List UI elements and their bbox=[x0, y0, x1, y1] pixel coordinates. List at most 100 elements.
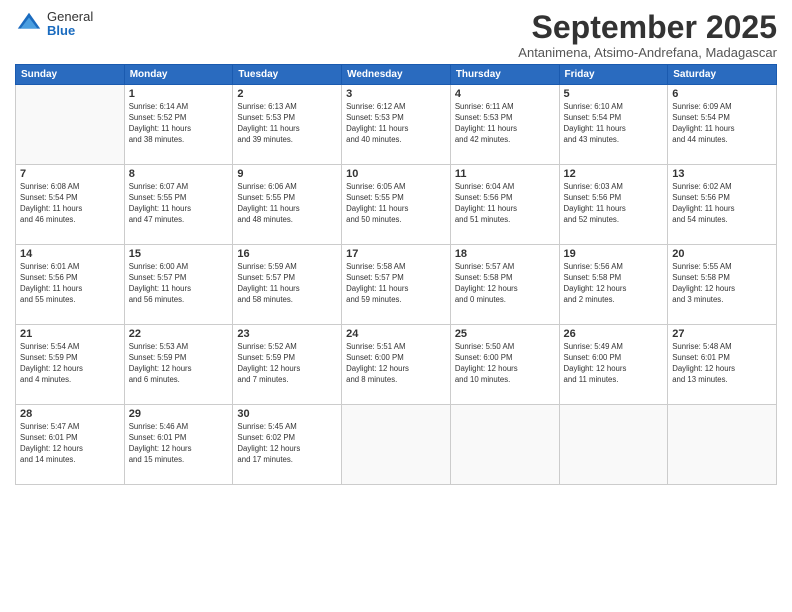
day-info: Sunrise: 5:51 AM Sunset: 6:00 PM Dayligh… bbox=[346, 342, 446, 386]
day-number: 13 bbox=[672, 168, 772, 180]
calendar-week-4: 21 Sunrise: 5:54 AM Sunset: 5:59 PM Dayli… bbox=[16, 325, 777, 405]
calendar-cell: 25 Sunrise: 5:50 AM Sunset: 6:00 PM Dayli… bbox=[450, 325, 559, 405]
day-number: 23 bbox=[237, 328, 337, 340]
calendar-cell: 23 Sunrise: 5:52 AM Sunset: 5:59 PM Dayli… bbox=[233, 325, 342, 405]
day-number: 7 bbox=[20, 168, 120, 180]
day-info: Sunrise: 5:52 AM Sunset: 5:59 PM Dayligh… bbox=[237, 342, 337, 386]
calendar-cell: 19 Sunrise: 5:56 AM Sunset: 5:58 PM Dayli… bbox=[559, 245, 668, 325]
calendar-cell: 3 Sunrise: 6:12 AM Sunset: 5:53 PM Daylig… bbox=[342, 85, 451, 165]
calendar-cell bbox=[16, 85, 125, 165]
day-number: 17 bbox=[346, 248, 446, 260]
day-info: Sunrise: 5:53 AM Sunset: 5:59 PM Dayligh… bbox=[129, 342, 229, 386]
calendar-cell bbox=[342, 405, 451, 485]
calendar-cell: 17 Sunrise: 5:58 AM Sunset: 5:57 PM Dayli… bbox=[342, 245, 451, 325]
calendar-cell: 27Sunrise: 5:48 AM Sunset: 6:01 PM Dayli… bbox=[668, 325, 777, 405]
day-info: Sunrise: 6:14 AM Sunset: 5:52 PM Dayligh… bbox=[129, 102, 229, 146]
day-number: 26 bbox=[564, 328, 664, 340]
calendar-cell: 1 Sunrise: 6:14 AM Sunset: 5:52 PM Daylig… bbox=[124, 85, 233, 165]
header-sunday: Sunday bbox=[16, 65, 125, 85]
day-number: 16 bbox=[237, 248, 337, 260]
calendar-cell: 20 Sunrise: 5:55 AM Sunset: 5:58 PM Dayli… bbox=[668, 245, 777, 325]
calendar-week-3: 14 Sunrise: 6:01 AM Sunset: 5:56 PM Dayli… bbox=[16, 245, 777, 325]
day-info: Sunrise: 5:59 AM Sunset: 5:57 PM Dayligh… bbox=[237, 262, 337, 306]
day-info: Sunrise: 6:07 AM Sunset: 5:55 PM Dayligh… bbox=[129, 182, 229, 226]
title-block: September 2025 Antanimena, Atsimo-Andref… bbox=[518, 10, 777, 60]
calendar-cell: 9 Sunrise: 6:06 AM Sunset: 5:55 PM Daylig… bbox=[233, 165, 342, 245]
calendar-cell: 5Sunrise: 6:10 AM Sunset: 5:54 PM Daylig… bbox=[559, 85, 668, 165]
day-number: 8 bbox=[129, 168, 229, 180]
day-info: Sunrise: 6:12 AM Sunset: 5:53 PM Dayligh… bbox=[346, 102, 446, 146]
day-number: 4 bbox=[455, 88, 555, 100]
day-info: Sunrise: 5:45 AM Sunset: 6:02 PM Dayligh… bbox=[237, 422, 337, 466]
calendar-cell: 29 Sunrise: 5:46 AM Sunset: 6:01 PM Dayli… bbox=[124, 405, 233, 485]
calendar-cell: 28 Sunrise: 5:47 AM Sunset: 6:01 PM Dayli… bbox=[16, 405, 125, 485]
day-info: Sunrise: 5:55 AM Sunset: 5:58 PM Dayligh… bbox=[672, 262, 772, 306]
day-number: 2 bbox=[237, 88, 337, 100]
calendar-cell bbox=[668, 405, 777, 485]
calendar-cell: 2 Sunrise: 6:13 AM Sunset: 5:53 PM Daylig… bbox=[233, 85, 342, 165]
day-number: 22 bbox=[129, 328, 229, 340]
day-number: 1 bbox=[129, 88, 229, 100]
day-info: Sunrise: 6:01 AM Sunset: 5:56 PM Dayligh… bbox=[20, 262, 120, 306]
day-info: Sunrise: 6:00 AM Sunset: 5:57 PM Dayligh… bbox=[129, 262, 229, 306]
day-info: Sunrise: 5:54 AM Sunset: 5:59 PM Dayligh… bbox=[20, 342, 120, 386]
day-number: 20 bbox=[672, 248, 772, 260]
day-info: Sunrise: 5:49 AM Sunset: 6:00 PM Dayligh… bbox=[564, 342, 664, 386]
calendar-week-1: 1 Sunrise: 6:14 AM Sunset: 5:52 PM Daylig… bbox=[16, 85, 777, 165]
logo: General Blue bbox=[15, 10, 93, 39]
day-number: 30 bbox=[237, 408, 337, 420]
calendar-table: Sunday Monday Tuesday Wednesday Thursday… bbox=[15, 64, 777, 485]
header-wednesday: Wednesday bbox=[342, 65, 451, 85]
calendar-week-5: 28 Sunrise: 5:47 AM Sunset: 6:01 PM Dayli… bbox=[16, 405, 777, 485]
calendar-cell: 24 Sunrise: 5:51 AM Sunset: 6:00 PM Dayli… bbox=[342, 325, 451, 405]
day-number: 28 bbox=[20, 408, 120, 420]
calendar-cell: 16 Sunrise: 5:59 AM Sunset: 5:57 PM Dayli… bbox=[233, 245, 342, 325]
day-number: 14 bbox=[20, 248, 120, 260]
calendar-cell: 7 Sunrise: 6:08 AM Sunset: 5:54 PM Daylig… bbox=[16, 165, 125, 245]
day-number: 3 bbox=[346, 88, 446, 100]
day-number: 6 bbox=[672, 88, 772, 100]
day-info: Sunrise: 6:06 AM Sunset: 5:55 PM Dayligh… bbox=[237, 182, 337, 226]
header: General Blue September 2025 Antanimena, … bbox=[15, 10, 777, 60]
day-number: 27 bbox=[672, 328, 772, 340]
day-number: 10 bbox=[346, 168, 446, 180]
calendar-cell bbox=[559, 405, 668, 485]
day-info: Sunrise: 5:56 AM Sunset: 5:58 PM Dayligh… bbox=[564, 262, 664, 306]
header-friday: Friday bbox=[559, 65, 668, 85]
day-info: Sunrise: 5:47 AM Sunset: 6:01 PM Dayligh… bbox=[20, 422, 120, 466]
logo-icon bbox=[15, 10, 43, 38]
calendar-cell: 26 Sunrise: 5:49 AM Sunset: 6:00 PM Dayli… bbox=[559, 325, 668, 405]
calendar-cell: 30 Sunrise: 5:45 AM Sunset: 6:02 PM Dayli… bbox=[233, 405, 342, 485]
day-info: Sunrise: 6:05 AM Sunset: 5:55 PM Dayligh… bbox=[346, 182, 446, 226]
day-info: Sunrise: 5:46 AM Sunset: 6:01 PM Dayligh… bbox=[129, 422, 229, 466]
calendar-cell: 10 Sunrise: 6:05 AM Sunset: 5:55 PM Dayli… bbox=[342, 165, 451, 245]
day-info: Sunrise: 5:57 AM Sunset: 5:58 PM Dayligh… bbox=[455, 262, 555, 306]
day-info: Sunrise: 6:08 AM Sunset: 5:54 PM Dayligh… bbox=[20, 182, 120, 226]
weekday-header-row: Sunday Monday Tuesday Wednesday Thursday… bbox=[16, 65, 777, 85]
logo-text: General Blue bbox=[47, 10, 93, 39]
calendar-cell: 14 Sunrise: 6:01 AM Sunset: 5:56 PM Dayli… bbox=[16, 245, 125, 325]
day-info: Sunrise: 5:50 AM Sunset: 6:00 PM Dayligh… bbox=[455, 342, 555, 386]
calendar-cell: 21 Sunrise: 5:54 AM Sunset: 5:59 PM Dayli… bbox=[16, 325, 125, 405]
day-number: 29 bbox=[129, 408, 229, 420]
day-number: 18 bbox=[455, 248, 555, 260]
day-info: Sunrise: 5:58 AM Sunset: 5:57 PM Dayligh… bbox=[346, 262, 446, 306]
day-number: 21 bbox=[20, 328, 120, 340]
header-monday: Monday bbox=[124, 65, 233, 85]
day-number: 24 bbox=[346, 328, 446, 340]
day-number: 9 bbox=[237, 168, 337, 180]
header-tuesday: Tuesday bbox=[233, 65, 342, 85]
day-info: Sunrise: 6:04 AM Sunset: 5:56 PM Dayligh… bbox=[455, 182, 555, 226]
calendar-cell: 4Sunrise: 6:11 AM Sunset: 5:53 PM Daylig… bbox=[450, 85, 559, 165]
calendar-subtitle: Antanimena, Atsimo-Andrefana, Madagascar bbox=[518, 45, 777, 60]
calendar-cell: 13 Sunrise: 6:02 AM Sunset: 5:56 PM Dayli… bbox=[668, 165, 777, 245]
calendar-cell: 15Sunrise: 6:00 AM Sunset: 5:57 PM Dayli… bbox=[124, 245, 233, 325]
day-number: 11 bbox=[455, 168, 555, 180]
day-number: 25 bbox=[455, 328, 555, 340]
day-info: Sunrise: 6:10 AM Sunset: 5:54 PM Dayligh… bbox=[564, 102, 664, 146]
day-number: 19 bbox=[564, 248, 664, 260]
day-info: Sunrise: 6:02 AM Sunset: 5:56 PM Dayligh… bbox=[672, 182, 772, 226]
calendar-cell: 18 Sunrise: 5:57 AM Sunset: 5:58 PM Dayli… bbox=[450, 245, 559, 325]
calendar-title: September 2025 bbox=[518, 10, 777, 45]
day-info: Sunrise: 6:13 AM Sunset: 5:53 PM Dayligh… bbox=[237, 102, 337, 146]
